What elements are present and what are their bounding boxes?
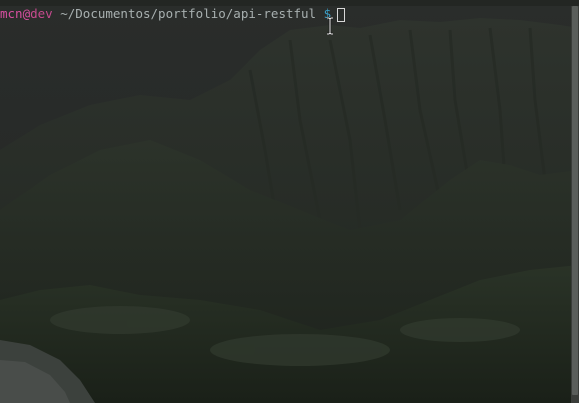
block-cursor [337, 8, 346, 22]
prompt-user: mcn [0, 6, 23, 21]
wallpaper-background [0, 0, 579, 403]
prompt-at: @ [22, 6, 31, 21]
i-beam-cursor-icon [327, 17, 333, 35]
vertical-scrollbar[interactable] [571, 6, 579, 403]
prompt-host: dev [30, 6, 53, 21]
terminal-window[interactable]: mcn @ dev ~/Documentos/portfolio/api-restf… [0, 0, 579, 403]
prompt-path: ~/Documentos/portfolio/api-restful [52, 6, 324, 21]
scrollbar-thumb[interactable] [572, 6, 578, 395]
prompt-line: mcn @ dev ~/Documentos/portfolio/api-restf… [0, 6, 346, 22]
